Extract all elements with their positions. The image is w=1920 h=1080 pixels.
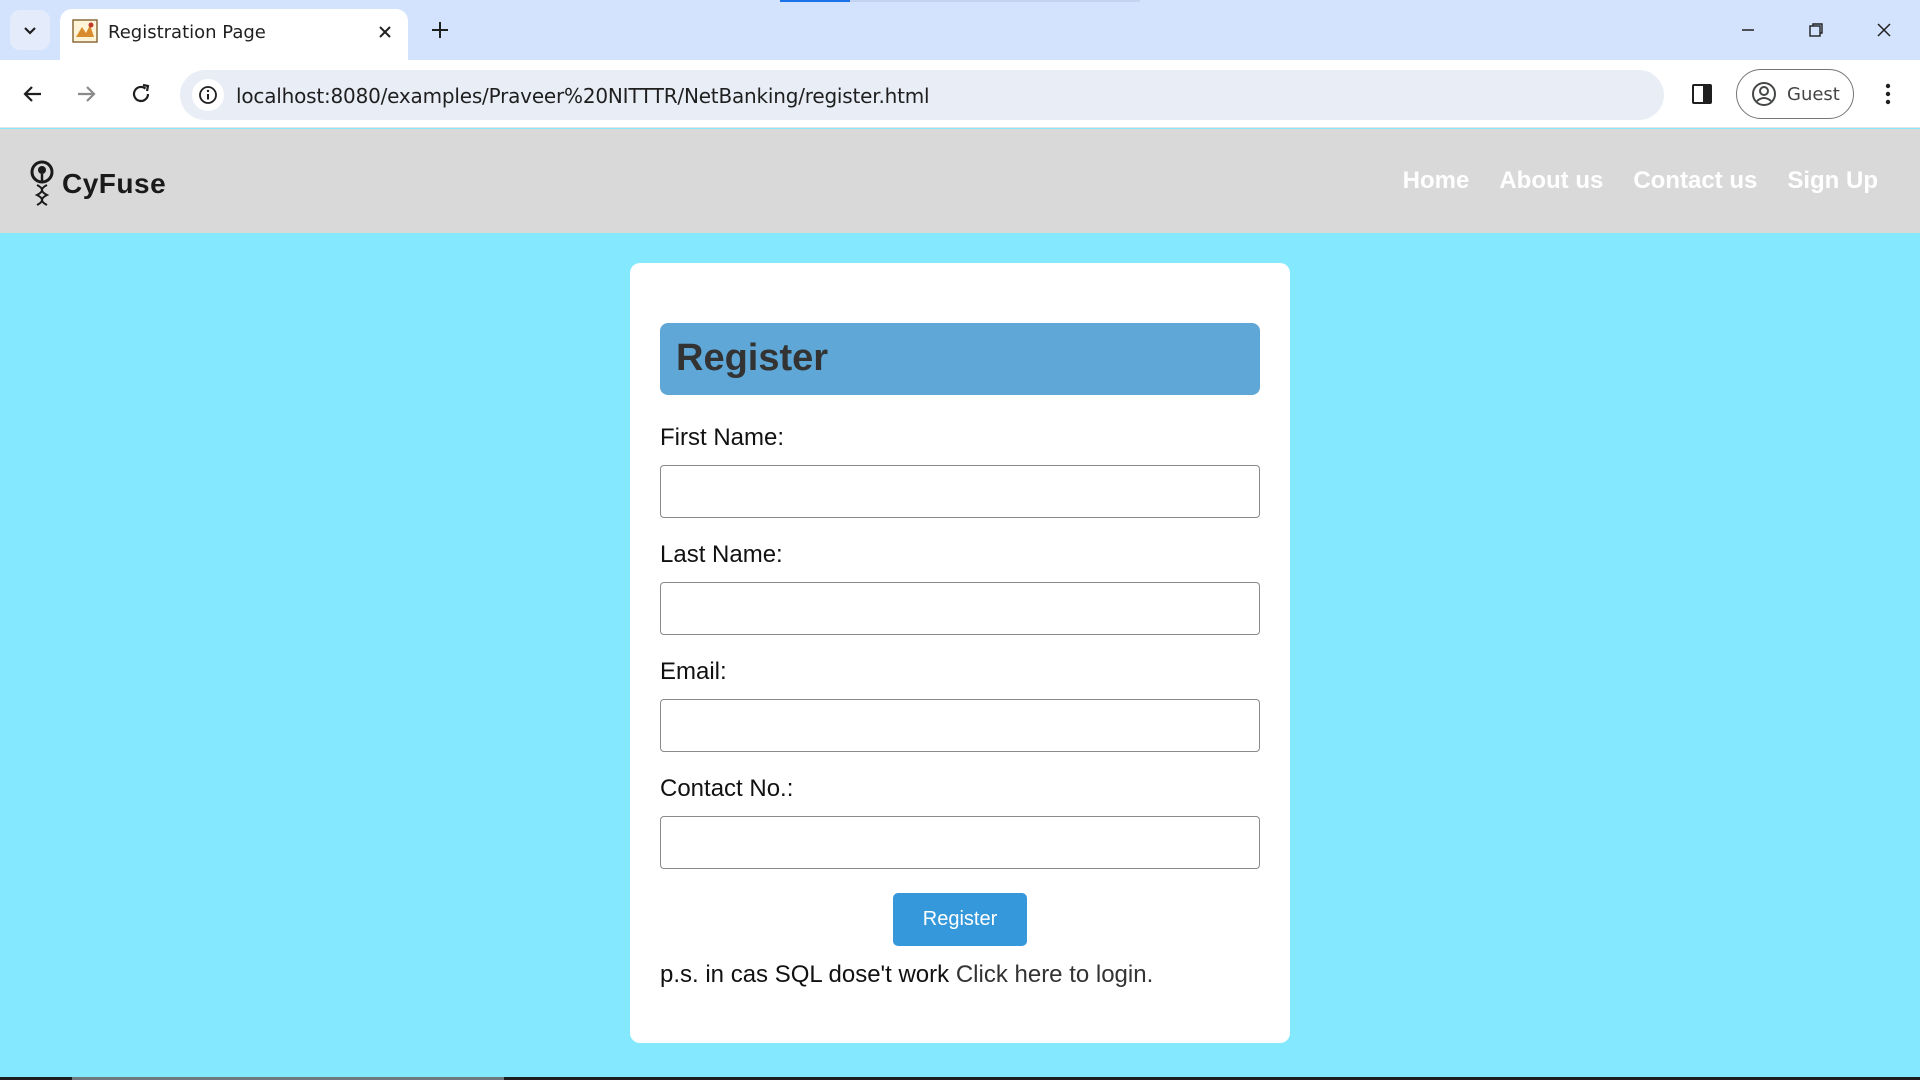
brand-name: CyFuse xyxy=(62,168,167,199)
nav-link-home[interactable]: Home xyxy=(1403,167,1470,195)
nav-links: Home About us Contact us Sign Up xyxy=(1403,167,1878,195)
forward-button[interactable] xyxy=(66,74,106,114)
page-favicon-icon xyxy=(72,19,98,43)
browser-menu-button[interactable] xyxy=(1868,74,1908,114)
browser-toolbar: localhost:8080/examples/Praveer%20NITTTR… xyxy=(0,60,1920,128)
arrow-right-icon xyxy=(78,86,96,102)
first-name-label: First Name: xyxy=(660,424,785,451)
more-vertical-icon xyxy=(1885,83,1891,105)
last-name-field[interactable] xyxy=(660,582,1260,635)
contact-no-field[interactable] xyxy=(660,816,1260,869)
first-name-field[interactable] xyxy=(660,465,1260,518)
restore-button[interactable] xyxy=(1792,10,1840,50)
sql-note: p.s. in cas SQL dose't work Click here t… xyxy=(660,961,1153,989)
site-info-button[interactable] xyxy=(192,79,224,111)
reload-icon xyxy=(132,83,150,103)
brand[interactable]: CyFuse xyxy=(28,159,166,209)
login-link[interactable]: Click here to login. xyxy=(956,961,1153,988)
tab-close-button[interactable] xyxy=(372,19,398,45)
close-icon xyxy=(379,26,391,38)
cyfuse-logo-icon xyxy=(30,160,54,206)
nav-link-sign-up[interactable]: Sign Up xyxy=(1787,167,1878,195)
active-tab[interactable]: Registration Page xyxy=(60,9,408,60)
email-label: Email: xyxy=(660,658,727,685)
register-header: Register xyxy=(660,323,1260,395)
restore-icon xyxy=(1809,23,1823,37)
close-icon xyxy=(1877,23,1891,37)
back-button[interactable] xyxy=(13,74,53,114)
email-field[interactable] xyxy=(660,699,1260,752)
nav-link-contact-us[interactable]: Contact us xyxy=(1633,167,1757,195)
sql-note-text: p.s. in cas SQL dose't work xyxy=(660,961,956,988)
url-text[interactable]: localhost:8080/examples/Praveer%20NITTTR… xyxy=(236,84,930,108)
profile-label: Guest xyxy=(1787,83,1840,105)
reload-button[interactable] xyxy=(121,74,161,114)
minimize-button[interactable] xyxy=(1724,10,1772,50)
browser-tabstrip: Registration Page xyxy=(0,0,1920,60)
arrow-left-icon xyxy=(23,86,41,102)
tab-loading-indicator xyxy=(780,0,850,2)
minimize-icon xyxy=(1742,29,1754,31)
tab-title: Registration Page xyxy=(108,22,266,43)
address-bar[interactable]: localhost:8080/examples/Praveer%20NITTTR… xyxy=(180,70,1664,120)
window-close-button[interactable] xyxy=(1860,10,1908,50)
plus-icon xyxy=(432,22,448,38)
tab-loading-track xyxy=(850,0,1140,2)
register-button[interactable]: Register xyxy=(893,893,1027,946)
nav-link-about-us[interactable]: About us xyxy=(1499,167,1603,195)
side-panel-button[interactable] xyxy=(1682,74,1722,114)
info-icon xyxy=(199,86,217,104)
last-name-label: Last Name: xyxy=(660,541,783,568)
contact-no-label: Contact No.: xyxy=(660,775,794,802)
register-card: Register First Name: Last Name: Email: C… xyxy=(630,263,1290,1043)
new-tab-button[interactable] xyxy=(424,14,456,46)
person-circle-icon xyxy=(1752,82,1776,106)
tab-search-button[interactable] xyxy=(10,10,50,50)
profile-button[interactable]: Guest xyxy=(1736,69,1854,119)
register-title: Register xyxy=(676,337,829,379)
site-navbar: CyFuse Home About us Contact us Sign Up xyxy=(0,129,1920,233)
side-panel-icon xyxy=(1692,84,1712,104)
chevron-down-icon xyxy=(24,27,36,35)
